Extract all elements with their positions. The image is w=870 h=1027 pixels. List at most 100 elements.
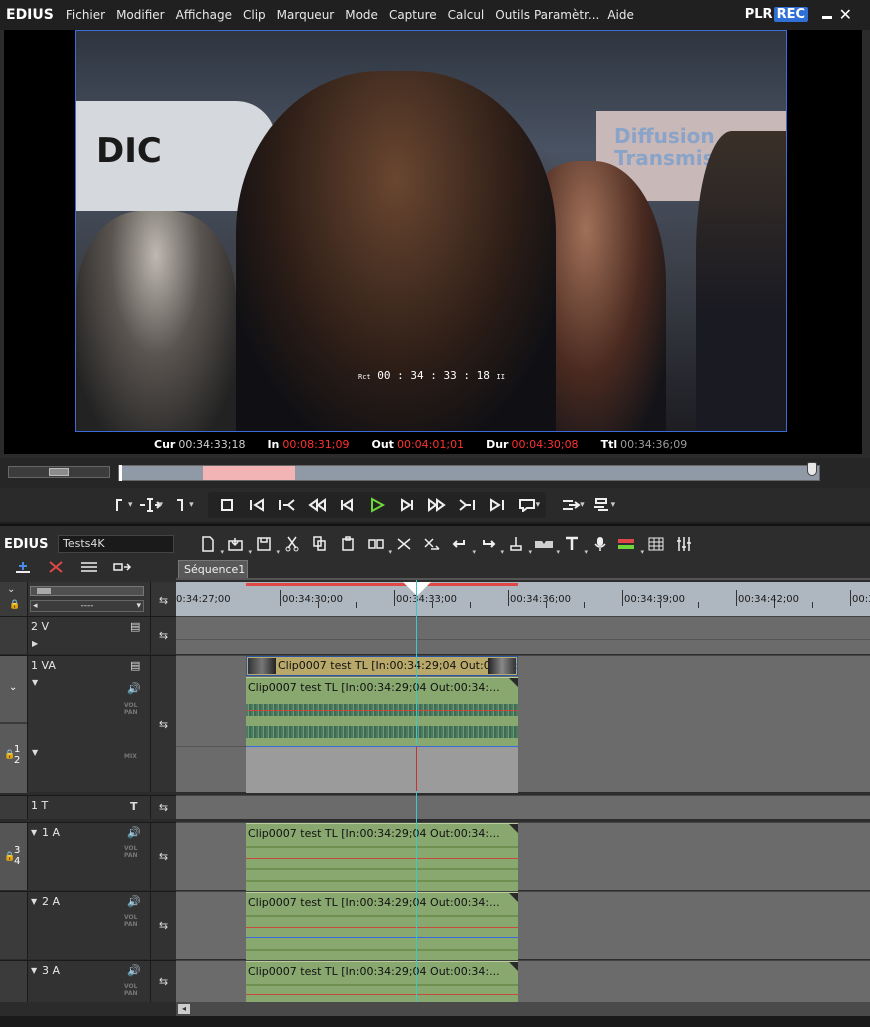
track-header-2v[interactable]: 2 V ▤ ▶ ⇆ <box>0 616 176 654</box>
timeline-cursor-head[interactable] <box>403 582 431 596</box>
paste-icon[interactable] <box>334 532 362 556</box>
volume-rubberband[interactable] <box>246 994 518 995</box>
rewind-icon[interactable] <box>302 492 332 518</box>
menu-outils[interactable]: Outils <box>495 8 530 22</box>
track-header-3a[interactable]: ▼ 3 A 🔊 VOL PAN ⇆ <box>0 960 176 1002</box>
title-track-icon[interactable]: T <box>130 800 138 813</box>
menu-clip[interactable]: Clip <box>243 8 266 22</box>
shuttle-knob[interactable] <box>49 468 69 476</box>
expand-arrow-icon[interactable]: ▶ <box>32 639 38 648</box>
zoom-dropdown-icon[interactable]: ▾ <box>136 601 141 611</box>
sync-lock-icon[interactable]: ⇆ <box>150 823 176 890</box>
sync-lock-icon[interactable]: ⇆ <box>150 617 176 654</box>
menu-modifier[interactable]: Modifier <box>116 8 165 22</box>
step-forward-icon[interactable] <box>392 492 422 518</box>
vol-pan-toggle[interactable]: VOL PAN <box>124 983 138 997</box>
ripple-delete-icon[interactable] <box>418 532 446 556</box>
delete-icon[interactable] <box>390 532 418 556</box>
position-slider[interactable] <box>118 462 820 481</box>
open-project-icon[interactable]: ▾ <box>222 532 252 556</box>
set-out-dropdown-icon[interactable]: ▾ <box>189 500 194 510</box>
replace-clip-icon[interactable]: ▾ <box>362 532 392 556</box>
track-header-2a[interactable]: ▼ 2 A 🔊 VOL PAN ⇆ <box>0 891 176 959</box>
project-name-field[interactable]: Tests4K <box>58 535 174 553</box>
expand-arrow-icon[interactable]: ▼ <box>31 966 37 975</box>
track-2v-lane[interactable] <box>176 616 870 654</box>
video-view-icon[interactable]: ▤ <box>130 659 140 672</box>
loop-dropdown-icon[interactable]: ▾ <box>536 500 541 510</box>
track-header-1a[interactable]: 🔒 3 4 ▼ 1 A 🔊 VOL PAN ⇆ <box>0 822 176 890</box>
link-mode-icon[interactable] <box>72 560 105 578</box>
track-header-1va[interactable]: ⌄ 🔒 1 2 1 VA ▤ ▼ 🔊 VOL PAN ▼ MIX ⇆ <box>0 655 176 793</box>
sync-lock-icon[interactable]: ⇆ <box>150 961 176 1002</box>
title-icon[interactable]: ▾ <box>558 532 588 556</box>
collapse-icon[interactable]: ⌄ <box>7 584 15 595</box>
sync-lock-icon[interactable]: ⇆ <box>150 892 176 959</box>
save-icon[interactable]: ▾ <box>250 532 280 556</box>
track-1a-left[interactable]: 🔒 3 4 <box>0 823 28 890</box>
audio-clip[interactable]: Clip0007 test TL [In:00:34:29;04 Out:00:… <box>246 961 518 1003</box>
track-1t-lane[interactable] <box>176 795 870 819</box>
split-dropdown-icon[interactable]: ▾ <box>159 500 164 510</box>
menu-affichage[interactable]: Affichage <box>176 8 232 22</box>
pan-rubberband[interactable] <box>246 937 518 938</box>
vol-pan-toggle[interactable]: VOL PAN <box>124 914 138 928</box>
video-patch[interactable]: ⌄ <box>0 656 27 722</box>
track-2a-lane[interactable]: Clip0007 test TL [In:00:34:29;04 Out:00:… <box>176 891 870 960</box>
vol-pan-toggle[interactable]: VOL PAN <box>124 845 138 859</box>
cut-icon[interactable] <box>278 532 306 556</box>
video-expand-icon[interactable]: ▼ <box>32 678 38 687</box>
insert-dropdown-icon[interactable]: ▾ <box>580 500 585 510</box>
new-sequence-icon[interactable]: ▾ <box>194 532 224 556</box>
step-back-icon[interactable] <box>332 492 362 518</box>
menu-mode[interactable]: Mode <box>345 8 378 22</box>
menu-calcul[interactable]: Calcul <box>448 8 485 22</box>
menu-marqueur[interactable]: Marqueur <box>277 8 335 22</box>
shuttle-slider[interactable] <box>8 466 110 478</box>
menu-capture[interactable]: Capture <box>389 8 437 22</box>
video-clip[interactable]: Clip0007 test TL [In:00:34:29;04 Out:00:… <box>246 656 518 676</box>
set-marker-icon[interactable]: ▾ <box>502 532 532 556</box>
expand-arrow-icon[interactable]: ▼ <box>31 897 37 906</box>
audio-clip[interactable]: Clip0007 test TL [In:00:34:29;04 Out:00:… <box>246 677 518 747</box>
overwrite-dropdown-icon[interactable]: ▾ <box>611 500 616 510</box>
render-icon[interactable]: ▾ <box>614 532 644 556</box>
video-view-icon[interactable]: ▤ <box>130 620 140 633</box>
sync-lock-icon[interactable]: ⇆ <box>150 656 176 792</box>
copy-icon[interactable] <box>306 532 334 556</box>
lock-icon[interactable]: 🔒 <box>9 600 20 610</box>
ruler-sync-icon[interactable]: ⇆ <box>150 582 176 618</box>
fast-forward-icon[interactable] <box>422 492 452 518</box>
redo-icon[interactable]: ▾ <box>474 532 504 556</box>
volume-rubberband[interactable] <box>246 710 518 711</box>
next-edit-icon[interactable] <box>482 492 512 518</box>
speaker-icon[interactable]: 🔊 <box>127 826 141 839</box>
timeline-cursor-line[interactable] <box>416 580 417 1002</box>
zoom-scale-select[interactable]: ◂ ---- ▾ <box>30 600 144 612</box>
speaker-icon[interactable]: 🔊 <box>127 895 141 908</box>
zoom-slider-knob[interactable] <box>37 588 51 594</box>
track-1a-lane[interactable]: Clip0007 test TL [In:00:34:29;04 Out:00:… <box>176 822 870 891</box>
delete-track-icon[interactable] <box>39 560 72 578</box>
track-header-1t[interactable]: 1 T T ⇆ <box>0 795 176 819</box>
close-button[interactable]: ✕ <box>839 5 852 24</box>
zoom-slider[interactable] <box>30 586 144 596</box>
scroll-left-icon[interactable]: ◂ <box>178 1004 190 1014</box>
position-marker[interactable] <box>119 465 122 481</box>
menu-fichier[interactable]: Fichier <box>66 8 105 22</box>
tab-sequence1[interactable]: Séquence1 <box>178 560 248 578</box>
add-track-icon[interactable] <box>6 560 39 578</box>
menu-parametres[interactable]: Paramètr... <box>534 8 599 22</box>
mixer-icon[interactable] <box>670 532 698 556</box>
audio-expand-icon[interactable]: ▼ <box>32 748 38 757</box>
audio-clip[interactable]: Clip0007 test TL [In:00:34:29;04 Out:00:… <box>246 823 518 891</box>
sequence-marker-icon[interactable]: ▾ <box>530 532 560 556</box>
time-ruler[interactable]: 0:34:27;00 00:34:30;00 00:34:33;00 00:34… <box>176 582 870 618</box>
speaker-icon[interactable]: 🔊 <box>127 682 141 695</box>
prev-edit-icon[interactable] <box>242 492 272 518</box>
speaker-icon[interactable]: 🔊 <box>127 964 141 977</box>
sync-lock-icon[interactable]: ⇆ <box>150 796 176 819</box>
undo-icon[interactable]: ▾ <box>446 532 476 556</box>
menu-aide[interactable]: Aide <box>607 8 634 22</box>
timeline-horizontal-scrollbar[interactable]: ◂ <box>176 1002 870 1016</box>
